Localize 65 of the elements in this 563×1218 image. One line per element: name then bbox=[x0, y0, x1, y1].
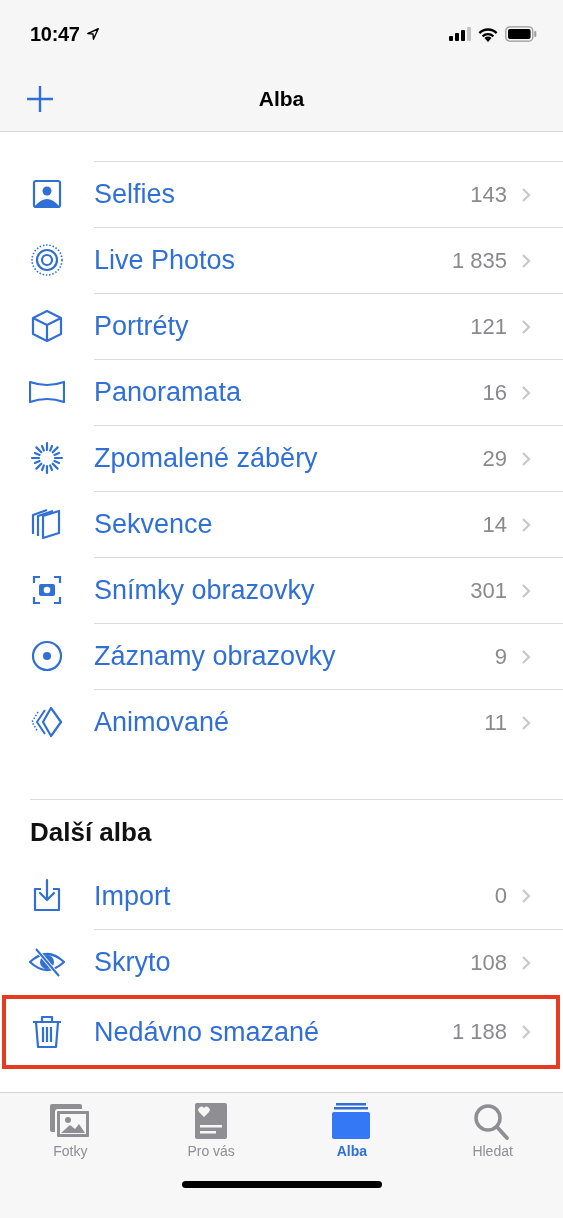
album-name: Selfies bbox=[94, 179, 177, 210]
album-row[interactable]: Animované 11 bbox=[0, 689, 563, 755]
battery-icon bbox=[505, 26, 537, 42]
album-name: Animované bbox=[94, 707, 231, 738]
chevron-icon bbox=[521, 384, 531, 401]
album-count: 16 bbox=[482, 379, 507, 406]
tab[interactable]: Fotky bbox=[0, 1093, 141, 1159]
chevron-icon bbox=[521, 186, 531, 203]
chevron-icon bbox=[521, 888, 531, 904]
location-arrow-icon bbox=[85, 27, 100, 41]
tab[interactable]: Alba bbox=[281, 1093, 423, 1159]
album-count: 1 835 bbox=[451, 247, 507, 274]
album-row[interactable]: Nedávno smazané 1 188 bbox=[2, 995, 560, 1069]
album-row[interactable]: Selfies 143 bbox=[0, 161, 563, 227]
album-row[interactable]: Snímky obrazovky 301 bbox=[0, 557, 563, 623]
album-row[interactable]: Zpomalené záběry 29 bbox=[0, 425, 563, 491]
album-row[interactable]: Panoramata 16 bbox=[0, 359, 563, 425]
chevron-icon bbox=[521, 954, 531, 971]
album-count: 1 188 bbox=[451, 1019, 507, 1045]
concentric-circles-icon bbox=[29, 242, 65, 278]
album-name: Záznamy obrazovky bbox=[94, 641, 337, 672]
album-count: 9 bbox=[494, 643, 507, 670]
album-name: Sekvence bbox=[94, 509, 214, 540]
cube-icon bbox=[29, 308, 65, 344]
album-name: Import bbox=[94, 880, 172, 912]
album-name: Zpomalené záběry bbox=[94, 443, 319, 474]
wifi-icon bbox=[477, 26, 499, 42]
chevron-icon bbox=[521, 516, 531, 533]
chevron-icon bbox=[521, 714, 531, 731]
tab[interactable]: Hledat bbox=[422, 1093, 563, 1159]
section-heading: Další alba bbox=[29, 816, 153, 849]
album-count: 121 bbox=[470, 313, 507, 340]
status-time: 10:47 bbox=[30, 22, 80, 46]
chevron-icon bbox=[521, 582, 531, 599]
album-name: Snímky obrazovky bbox=[94, 575, 316, 606]
chevron-icon bbox=[521, 1024, 531, 1040]
album-count: 14 bbox=[482, 511, 507, 538]
album-row[interactable]: Live Photos 1 835 bbox=[0, 227, 563, 293]
record-circle-icon bbox=[29, 638, 65, 674]
album-name: Portréty bbox=[94, 311, 190, 342]
album-row[interactable]: Sekvence 14 bbox=[0, 491, 563, 557]
signal-icon bbox=[449, 27, 471, 41]
dashed-burst-icon bbox=[29, 440, 65, 476]
chevron-icon bbox=[521, 318, 531, 335]
album-name: Skryto bbox=[94, 947, 172, 978]
nav-title: Alba bbox=[258, 87, 305, 111]
album-row[interactable]: Záznamy obrazovky 9 bbox=[0, 623, 563, 689]
album-count: 29 bbox=[482, 445, 507, 472]
album-name: Live Photos bbox=[94, 245, 237, 276]
album-row[interactable]: Import 0 bbox=[0, 863, 563, 929]
album-count: 301 bbox=[470, 577, 507, 604]
chevron-icon bbox=[521, 450, 531, 467]
album-count: 108 bbox=[470, 949, 507, 976]
chevron-icon bbox=[521, 252, 531, 269]
album-row[interactable]: Skryto 108 bbox=[0, 929, 563, 995]
album-count: 11 bbox=[484, 709, 507, 736]
album-row[interactable]: Portréty 121 bbox=[0, 293, 563, 359]
chevron-icon bbox=[521, 648, 531, 665]
add-button[interactable] bbox=[26, 85, 54, 113]
tab[interactable]: Pro vás bbox=[140, 1093, 282, 1159]
album-name: Panoramata bbox=[94, 377, 243, 408]
album-name: Nedávno smazané bbox=[94, 1016, 321, 1048]
album-count: 0 bbox=[494, 883, 507, 909]
layered-diamond-icon bbox=[29, 704, 65, 740]
album-count: 143 bbox=[470, 181, 507, 208]
